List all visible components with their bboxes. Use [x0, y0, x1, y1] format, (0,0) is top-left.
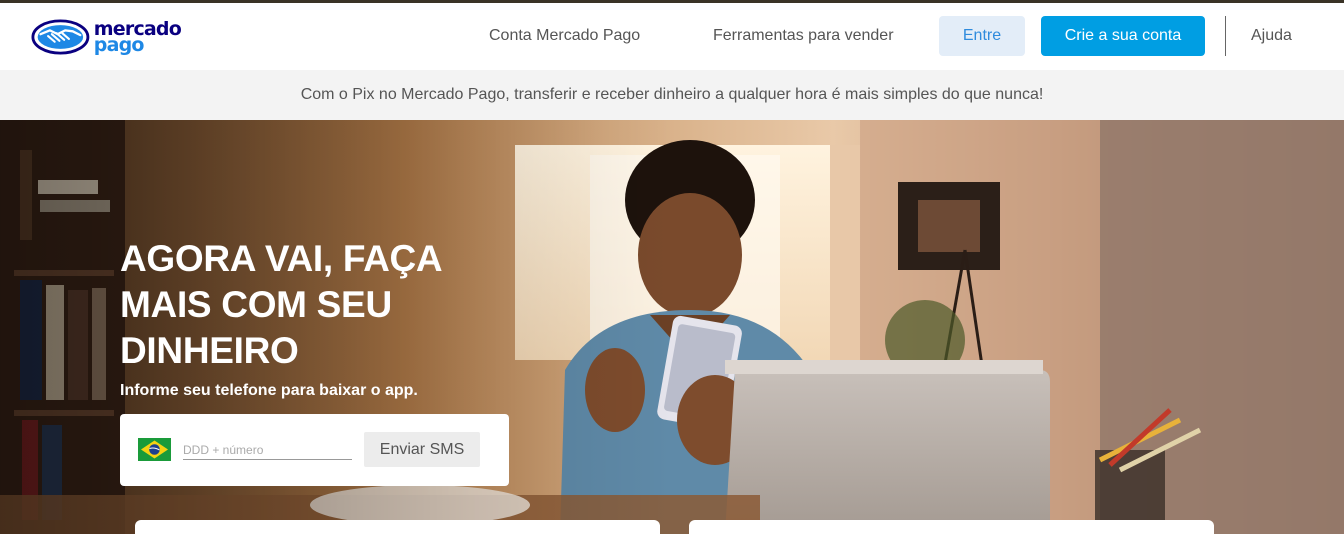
phone-number-input[interactable] [183, 440, 352, 460]
feature-card [689, 520, 1214, 534]
hero-section: AGORA VAI, FAÇA MAIS COM SEU DINHEIRO In… [0, 120, 1344, 534]
hero-title: AGORA VAI, FAÇA MAIS COM SEU DINHEIRO [120, 236, 500, 374]
banner-text: Com o Pix no Mercado Pago, transferir e … [300, 86, 1044, 103]
nav-divider [1225, 16, 1226, 56]
nav-ferramentas-para-vender[interactable]: Ferramentas para vender [713, 23, 894, 49]
login-button[interactable]: Entre [939, 16, 1025, 56]
send-sms-button[interactable]: Enviar SMS [364, 432, 480, 467]
hero-title-line: MAIS COM SEU [120, 284, 392, 325]
sms-download-form: Enviar SMS [120, 414, 509, 486]
hero-title-line: AGORA VAI, FAÇA [120, 238, 443, 279]
brazil-flag-icon[interactable] [138, 438, 171, 461]
site-header: mercado pago Conta Mercado Pago Ferramen… [0, 3, 1344, 70]
mercado-pago-logo[interactable]: mercado pago [31, 16, 182, 58]
handshake-logo-icon [31, 19, 90, 55]
feature-card [135, 520, 660, 534]
nav-ajuda[interactable]: Ajuda [1251, 23, 1292, 49]
nav-conta-mercado-pago[interactable]: Conta Mercado Pago [489, 23, 640, 49]
hero-title-line: DINHEIRO [120, 330, 299, 371]
hero-subtitle: Informe seu telefone para baixar o app. [120, 382, 418, 399]
pix-announcement-banner: Com o Pix no Mercado Pago, transferir e … [0, 70, 1344, 120]
create-account-button[interactable]: Crie a sua conta [1041, 16, 1205, 56]
